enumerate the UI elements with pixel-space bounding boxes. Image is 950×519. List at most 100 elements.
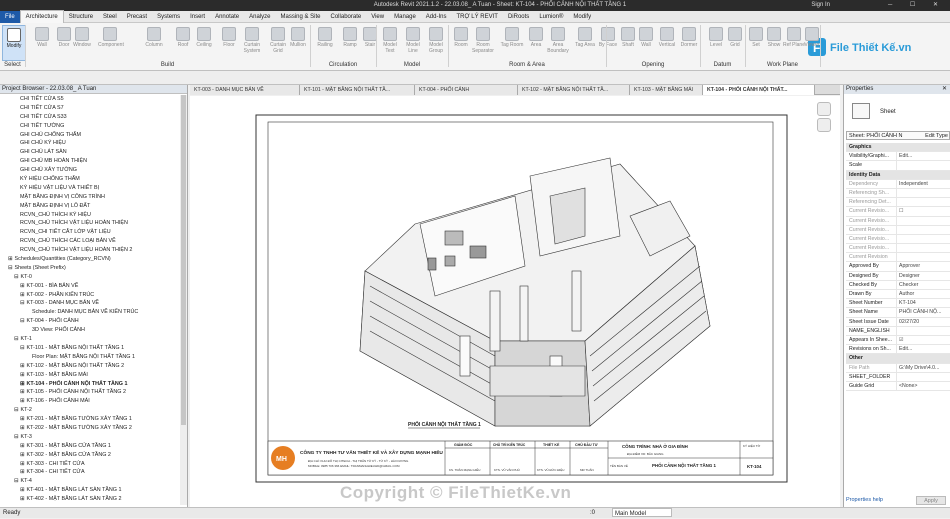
ribbon-button-11[interactable]: Mullion xyxy=(286,25,310,61)
ribbon-panel-label-2[interactable]: Circulation xyxy=(310,62,376,68)
expand-icon[interactable]: ⊞ xyxy=(20,292,25,298)
browser-item[interactable]: CHI TIẾT TƯỜNG xyxy=(0,122,180,131)
ribbon-tab-0[interactable]: File xyxy=(0,10,20,23)
property-row[interactable]: Current Revision xyxy=(846,253,950,263)
expand-icon[interactable]: ⊞ xyxy=(20,398,25,404)
browser-item[interactable]: ⊟ KT-3 xyxy=(0,433,180,442)
property-value[interactable]: KT-104 xyxy=(896,299,950,308)
ribbon-tab-9[interactable]: Massing & Site xyxy=(275,11,325,23)
expand-icon[interactable]: ⊟ xyxy=(14,274,19,280)
ribbon-tab-10[interactable]: Collaborate xyxy=(326,11,367,23)
property-value[interactable] xyxy=(896,225,950,234)
property-row[interactable]: Appears In Shee... ☑ xyxy=(846,335,950,346)
ribbon-tab-1[interactable]: Architecture xyxy=(19,10,64,23)
browser-item[interactable]: ⊞ Schedules/Quantities (Category_RCVN) xyxy=(0,255,180,264)
property-group[interactable]: Identity Data xyxy=(846,170,950,180)
active-model-select[interactable]: Main Model xyxy=(612,508,672,517)
property-value[interactable]: Designer xyxy=(896,271,950,280)
ribbon-button-28[interactable]: Dormer xyxy=(677,25,701,61)
browser-item[interactable]: 3D View: PHỐI CẢNH xyxy=(0,326,180,335)
property-row[interactable]: Designed By Designer xyxy=(846,271,950,281)
browser-item[interactable]: ⊞ KT-302 - MẶT BẰNG CỬA TẦNG 2 xyxy=(0,451,180,460)
expand-icon[interactable]: ⊞ xyxy=(20,461,25,467)
drawing-canvas[interactable]: PHỐI CẢNH NỘI THẤT TẦNG 1 MH CÔNG TY TNH… xyxy=(190,96,840,507)
ribbon-button-19[interactable]: Room Separator xyxy=(471,25,495,61)
ribbon-panel-label-5[interactable]: Opening xyxy=(606,62,700,68)
expand-icon[interactable]: ⊞ xyxy=(20,381,25,387)
property-row[interactable]: Current Revisio... ☐ xyxy=(846,207,950,217)
ribbon-tab-17[interactable]: Modify xyxy=(568,11,596,23)
property-row[interactable]: Checked By Checker xyxy=(846,280,950,290)
browser-item[interactable]: ⊞ KT-103 - MẶT BẰNG MÁI xyxy=(0,371,180,380)
property-row[interactable]: NAME_ENGLISH xyxy=(846,326,950,336)
property-value[interactable]: Author xyxy=(896,290,950,299)
ribbon-button-17[interactable]: Model Group xyxy=(424,25,448,61)
ribbon-button-4[interactable]: Component xyxy=(98,25,124,61)
browser-item[interactable]: RCVN_CHÚ THÍCH VẬT LIỆU HOÀN THIỆN 2 xyxy=(0,246,180,255)
ribbon-panel-label-1[interactable]: Build xyxy=(25,62,310,68)
instance-selector[interactable]: Sheet: PHỐI CẢNH N Edit Type xyxy=(846,131,950,140)
property-value[interactable]: 02/27/20 xyxy=(896,317,950,326)
expand-icon[interactable]: ⊞ xyxy=(20,496,25,502)
property-value[interactable] xyxy=(896,216,950,225)
expand-icon[interactable]: ⊟ xyxy=(14,478,19,484)
apply-button[interactable]: Apply xyxy=(916,496,946,505)
browser-item[interactable]: KÝ HIỆU VẬT LIỆU VÀ THIẾT BỊ xyxy=(0,184,180,193)
property-row[interactable]: Approved By Approver xyxy=(846,262,950,272)
ribbon-button-1[interactable]: Wall xyxy=(30,25,54,61)
ribbon-panel-label-6[interactable]: Datum xyxy=(700,62,745,68)
view-tab-3[interactable]: KT-102 - MẶT BẰNG NỘI THẤT TẦ... xyxy=(518,85,630,95)
ribbon-tab-16[interactable]: Lumion® xyxy=(534,11,568,23)
sign-in-link[interactable]: Sign In xyxy=(811,2,830,8)
browser-item[interactable]: RCVN_CHÚ THÍCH KÝ HIỆU xyxy=(0,211,180,220)
browser-item[interactable]: CHI TIẾT CỬA S5 xyxy=(0,95,180,104)
property-value[interactable] xyxy=(896,244,950,253)
browser-item[interactable]: ⊟ KT-003 - DANH MỤC BẢN VẼ xyxy=(0,299,180,308)
browser-item[interactable]: ⊟ KT-101 - MẶT BẰNG NỘI THẤT TẦNG 1 xyxy=(0,344,180,353)
ribbon-button-9[interactable]: Curtain System xyxy=(240,25,264,61)
window-controls[interactable]: ─ ☐ ✕ xyxy=(888,1,946,8)
expand-icon[interactable]: ⊟ xyxy=(14,434,19,440)
ribbon-button-18[interactable]: Room xyxy=(449,25,473,61)
ribbon-button-15[interactable]: Model Text xyxy=(378,25,402,61)
expand-icon[interactable]: ⊞ xyxy=(8,256,13,262)
property-row[interactable]: Visibility/Graphi... Edit... xyxy=(846,152,950,162)
property-value[interactable] xyxy=(896,326,950,335)
browser-item[interactable]: MẶT BẰNG ĐỊNH VỊ CÔNG TRÌNH xyxy=(0,193,180,202)
expand-icon[interactable]: ⊞ xyxy=(20,443,25,449)
browser-item[interactable]: MẶT BẰNG ĐỊNH VỊ LÔ ĐẤT xyxy=(0,202,180,211)
property-value[interactable]: ☐ xyxy=(896,207,950,216)
property-row[interactable]: Referencing Det... xyxy=(846,198,950,208)
expand-icon[interactable]: ⊟ xyxy=(20,345,25,351)
property-value[interactable]: Edit... xyxy=(896,152,950,161)
property-value[interactable]: PHỐI CẢNH NỘ... xyxy=(896,308,950,317)
property-value[interactable]: G:\My Drive\4.0... xyxy=(896,363,950,372)
property-value[interactable] xyxy=(896,234,950,244)
property-row[interactable]: File Path G:\My Drive\4.0... xyxy=(846,363,950,373)
browser-item[interactable]: ⊞ KT-401 - MẶT BẰNG LÁT SÀN TẦNG 1 xyxy=(0,486,180,495)
expand-icon[interactable]: ⊟ xyxy=(14,336,19,342)
property-value[interactable] xyxy=(896,253,950,262)
browser-item[interactable]: ⊞ KT-303 - CHI TIẾT CỬA xyxy=(0,460,180,469)
browser-item[interactable]: ⊞ KT-105 - PHỐI CẢNH NỘI THẤT TẦNG 2 xyxy=(0,388,180,397)
ribbon-button-27[interactable]: Vertical xyxy=(655,25,679,61)
expand-icon[interactable]: ⊟ xyxy=(14,407,19,413)
property-value[interactable]: Edit... xyxy=(896,345,950,354)
ribbon-button-21[interactable]: Area xyxy=(524,25,548,61)
browser-item[interactable]: RCVN_CHÚ THÍCH VẬT LIỆU HOÀN THIỆN xyxy=(0,219,180,228)
ribbon-tab-4[interactable]: Precast xyxy=(122,11,152,23)
browser-item[interactable]: RCVN_CHÚ THÍCH CÁC LOẠI BẢN VẼ xyxy=(0,237,180,246)
view-tab-1[interactable]: KT-101 - MẶT BẰNG NỘI THẤT TẦ... xyxy=(300,85,415,95)
property-row[interactable]: Scale xyxy=(846,161,950,171)
ribbon-button-8[interactable]: Floor xyxy=(217,25,241,61)
browser-item[interactable]: GHI CHÚ XÂY TƯỜNG xyxy=(0,166,180,175)
ribbon-button-22[interactable]: Area Boundary xyxy=(546,25,570,61)
ribbon-button-0[interactable]: Modify xyxy=(2,25,26,61)
view-tab-0[interactable]: KT-003 - DANH MỤC BẢN VẼ xyxy=(190,85,300,95)
browser-item[interactable]: ⊞ KT-001 - BÌA BẢN VẼ xyxy=(0,282,180,291)
ribbon-button-20[interactable]: Tag Room xyxy=(500,25,524,61)
property-row[interactable]: Revisions on Sh... Edit... xyxy=(846,345,950,355)
expand-icon[interactable]: ⊞ xyxy=(20,283,25,289)
browser-item[interactable]: ⊟ KT-2 xyxy=(0,406,180,415)
browser-item[interactable]: CHI TIẾT CỬA S33 xyxy=(0,113,180,122)
